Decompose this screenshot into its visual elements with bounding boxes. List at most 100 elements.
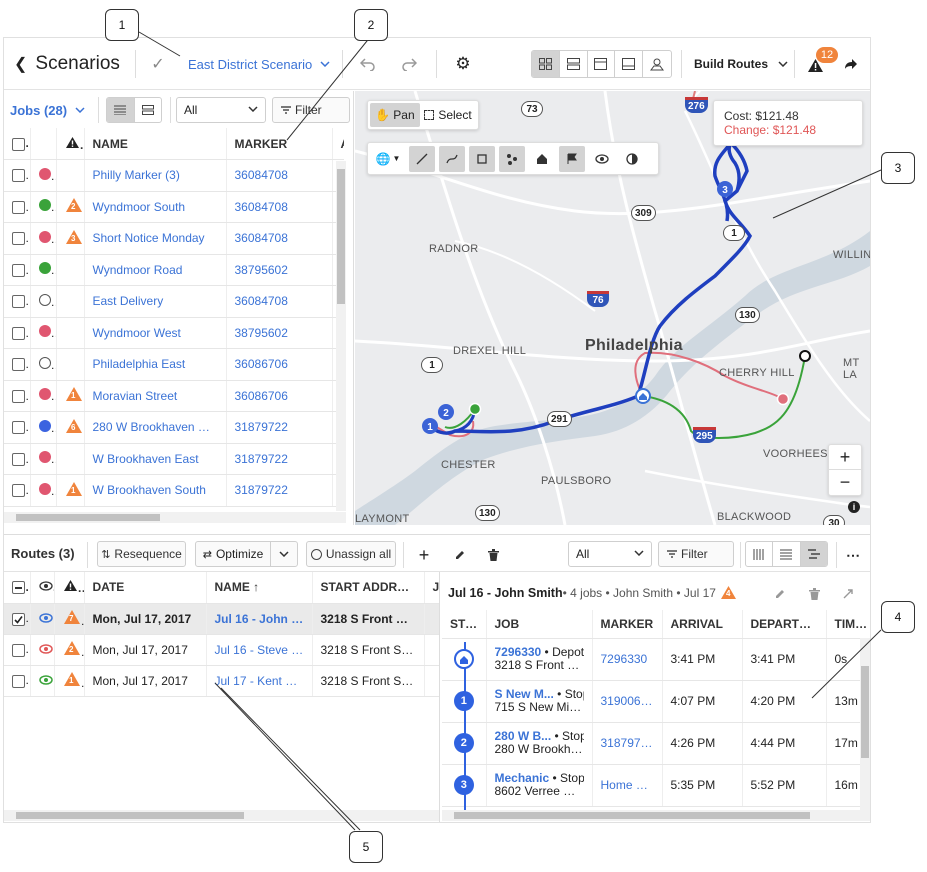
row-checkbox[interactable] (4, 222, 31, 255)
route-name[interactable]: Jul 16 - Steve M... (206, 634, 313, 666)
job-marker[interactable]: 36086706 (226, 348, 333, 381)
route-detail-warning[interactable]: 4 (720, 585, 738, 601)
route-warning-cell[interactable]: 1 (54, 665, 85, 697)
layout-top-icon[interactable] (588, 51, 616, 77)
stop-marker[interactable]: Home D... (592, 764, 663, 807)
warning-badge-icon[interactable]: 1 (63, 671, 81, 687)
warning-badge-icon[interactable]: 2 (63, 640, 81, 656)
layout-map-icon[interactable] (643, 51, 671, 77)
layout-bottom-icon[interactable] (615, 51, 644, 77)
route-warning-cell[interactable]: 2 (54, 634, 85, 666)
route-checkbox[interactable] (4, 603, 31, 635)
trash-icon[interactable] (482, 544, 504, 566)
stop-job-link[interactable]: 280 W B... (495, 730, 552, 743)
layout-grid-icon[interactable] (532, 51, 560, 77)
row-checkbox[interactable] (4, 443, 31, 475)
row-checkbox[interactable] (4, 317, 31, 349)
rows-view-icon[interactable] (773, 542, 801, 566)
job-name[interactable]: 280 W Brookhaven Rd, ... (84, 411, 227, 444)
job-row[interactable]: 1 Moravian Street 36086706 (4, 380, 344, 412)
jobs-vertical-scrollbar[interactable] (336, 161, 346, 511)
route-row[interactable]: 7 Mon, Jul 17, 2017 Jul 16 - John S... 3218… (4, 603, 439, 635)
globe-dropdown[interactable]: 🌐 ▼ (371, 146, 405, 172)
routes-horizontal-scrollbar[interactable] (4, 810, 439, 821)
select-all-checkbox[interactable] (4, 128, 31, 160)
route-trash-icon[interactable] (803, 583, 825, 605)
job-name[interactable]: Short Notice Monday (84, 222, 227, 255)
edit-icon[interactable] (449, 544, 471, 566)
stop-row[interactable]: 2 280 W B... • Stop 280 W Brookha... 318797… (442, 722, 870, 765)
route-edit-icon[interactable] (769, 583, 791, 605)
warning-badge-icon[interactable]: 6 (65, 418, 83, 434)
comfortable-rows-icon[interactable] (135, 98, 162, 122)
undo-icon[interactable] (356, 52, 380, 76)
row-checkbox[interactable] (4, 285, 31, 318)
job-row[interactable]: W Brookhaven East 31879722 (4, 443, 344, 475)
stop-marker-column-header[interactable]: MARKER (592, 610, 663, 639)
unassign-all-button[interactable]: Unassign all (306, 541, 396, 567)
route-stop-1-marker[interactable]: 1 (422, 418, 438, 434)
stops-horizontal-scrollbar[interactable] (442, 810, 870, 821)
stop-job-link[interactable]: Mechanic (495, 772, 550, 785)
optimize-dropdown[interactable] (271, 542, 297, 566)
job-marker[interactable]: 31879722 (226, 443, 333, 475)
warning-badge-icon[interactable]: 2 (65, 197, 83, 213)
jobs-horizontal-scrollbar[interactable] (4, 512, 346, 523)
route-visibility-toggle[interactable] (30, 634, 55, 666)
route-stop-2-marker[interactable]: 2 (438, 404, 454, 420)
jobs-dropdown[interactable]: Jobs (28) (10, 99, 85, 121)
job-row[interactable]: East Delivery 36084708 (4, 285, 344, 318)
route-warning-cell[interactable]: 7 (54, 603, 85, 635)
stop-job-link[interactable]: 7296330 (495, 646, 542, 659)
row-checkbox[interactable] (4, 348, 31, 381)
route-visibility-toggle[interactable] (30, 665, 55, 697)
resequence-button[interactable]: ⇅ Resequence (97, 541, 186, 567)
stop-marker[interactable]: 31900642 (592, 680, 663, 723)
stop-row[interactable]: 7296330 • Depot 3218 S Front St,... 729633… (442, 638, 870, 681)
warning-badge-icon[interactable]: 7 (63, 609, 81, 625)
job-name[interactable]: Philly Marker (3) (84, 159, 227, 192)
job-row[interactable]: Wyndmoor West 38795602 (4, 317, 344, 349)
contrast-icon[interactable] (619, 146, 645, 172)
routes-warning-column-header[interactable] (54, 572, 85, 604)
row-checkbox[interactable] (4, 411, 31, 444)
job-row[interactable]: Philly Marker (3) 36084708 (4, 159, 344, 192)
stop-column-header[interactable]: STOP (442, 610, 487, 639)
routes-filter-button[interactable]: Filter (658, 541, 734, 567)
route-name-column-header[interactable]: NAME ↑ (206, 572, 313, 604)
back-button[interactable]: ❮ Scenarios (14, 52, 120, 76)
line-tool-icon[interactable] (409, 145, 435, 172)
time-on-column-header[interactable]: TIME ON (826, 610, 870, 639)
job-name[interactable]: Wyndmoor South (84, 191, 227, 223)
jobs-filter-button[interactable]: Filter (272, 97, 350, 123)
depot-marker[interactable] (635, 388, 651, 404)
route-link-icon[interactable] (837, 583, 859, 605)
job-name[interactable]: Philadelphia East (84, 348, 227, 381)
stop-row[interactable]: 3 Mechanic • Stop 8602 Verree Rd,... Home D… (442, 764, 870, 807)
job-row[interactable]: 2 Wyndmoor South 36084708 (4, 191, 344, 223)
warning-badge-icon[interactable]: 1 (65, 481, 83, 497)
flag-icon[interactable] (559, 145, 585, 172)
zoom-in-button[interactable]: + (829, 445, 861, 471)
job-marker[interactable]: 36084708 (226, 222, 333, 255)
job-row[interactable]: Philadelphia East 36086706 (4, 348, 344, 381)
pan-button[interactable]: ✋ Pan (370, 103, 420, 127)
job-column-header[interactable]: JOB (486, 610, 593, 639)
job-name[interactable]: W Brookhaven South (84, 474, 227, 507)
check-icon[interactable]: ✓ (146, 52, 170, 76)
job-marker[interactable]: 38795602 (226, 317, 333, 349)
zoom-out-button[interactable]: − (829, 470, 861, 495)
job-marker[interactable]: 36084708 (226, 159, 333, 192)
route-visibility-toggle[interactable] (30, 603, 55, 635)
route-row[interactable]: 2 Mon, Jul 17, 2017 Jul 16 - Steve M... 321… (4, 634, 439, 666)
row-checkbox[interactable] (4, 159, 31, 192)
name-column-header[interactable]: NAME (84, 128, 227, 160)
select-button[interactable]: Select (420, 103, 476, 127)
gantt-view-icon[interactable] (800, 542, 827, 566)
cluster-icon[interactable] (499, 145, 525, 172)
a-column-header[interactable]: A (332, 128, 344, 160)
route-name[interactable]: Jul 16 - John S... (206, 603, 313, 635)
polygon-tool-icon[interactable] (469, 145, 495, 172)
home-icon[interactable] (529, 146, 555, 172)
stops-vertical-scrollbar[interactable] (860, 638, 870, 810)
